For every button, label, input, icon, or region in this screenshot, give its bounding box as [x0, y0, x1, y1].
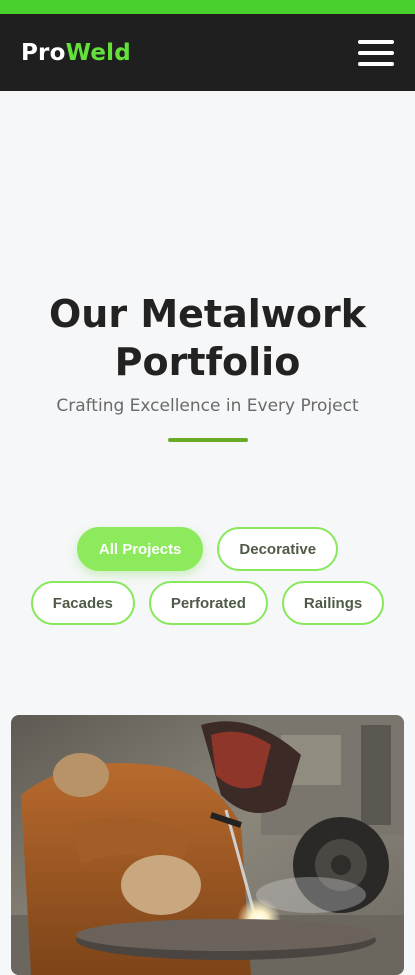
filter-perforated-button[interactable]: Perforated: [148, 581, 268, 625]
filter-decorative-button[interactable]: Decorative: [217, 527, 339, 571]
filter-railings-button[interactable]: Railings: [281, 581, 385, 625]
logo-text-accent: Weld: [65, 39, 131, 66]
filter-facades-button[interactable]: Facades: [30, 581, 135, 625]
logo[interactable]: ProWeld: [21, 40, 131, 66]
menu-bar: [358, 39, 394, 44]
menu-bar: [358, 61, 394, 66]
page-subtitle: Crafting Excellence in Every Project: [56, 396, 359, 416]
project-card-welder-photo[interactable]: [11, 715, 404, 975]
portfolio-filters: All Projects Decorative Facades Perforat…: [0, 527, 415, 625]
title-divider: [167, 438, 248, 442]
navbar: ProWeld: [0, 14, 415, 91]
page-title-line-2: Portfolio: [114, 340, 301, 384]
filter-all-projects-button[interactable]: All Projects: [76, 527, 204, 571]
page-title: Our Metalwork Portfolio: [0, 290, 415, 386]
page-title-line-1: Our Metalwork: [49, 292, 366, 336]
menu-bar: [358, 50, 394, 55]
filter-row-1: All Projects Decorative: [0, 527, 415, 571]
logo-text-primary: Pro: [21, 39, 66, 66]
welder-photo-illustration: [11, 715, 404, 975]
hamburger-menu-icon[interactable]: [358, 39, 394, 66]
top-accent-strip: [0, 0, 415, 14]
hero-section: Our Metalwork Portfolio Crafting Excelle…: [0, 290, 415, 442]
filter-row-2: Facades Perforated Railings: [0, 581, 415, 625]
